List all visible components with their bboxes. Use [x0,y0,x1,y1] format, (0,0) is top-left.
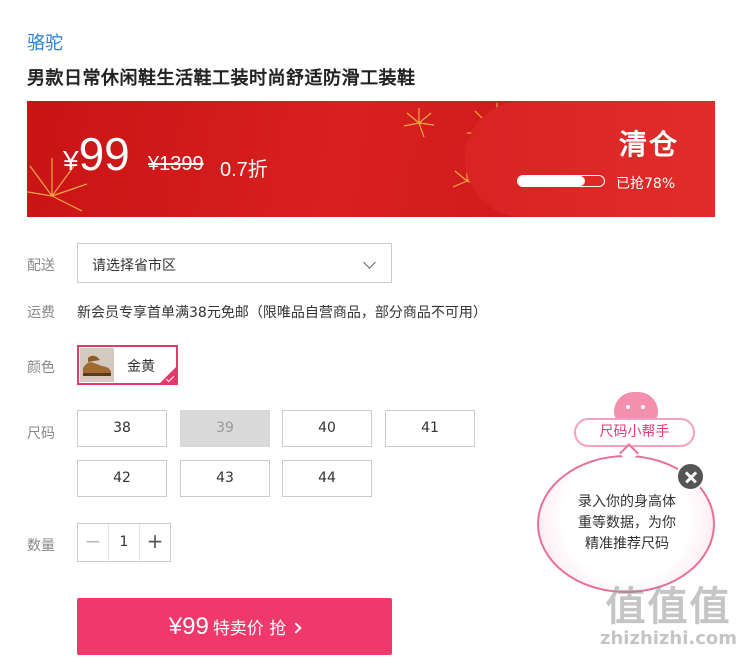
quantity-label: 数量 [27,538,55,554]
close-icon[interactable] [676,462,705,491]
chevron-down-icon [363,256,376,269]
fee-text: 新会员专享首单满38元免邮（限唯品自营商品，部分商品不可用） [77,305,487,321]
fee-label: 运费 [27,305,55,321]
color-name: 金黄 [127,359,155,375]
original-price: ¥1399 [148,153,204,175]
discount-label: 0.7折 [220,159,268,181]
region-select[interactable]: 请选择省市区 [77,243,392,283]
size-option-39: 39 [180,410,270,447]
buy-button[interactable]: ¥99 特卖价 抢 [77,598,392,655]
size-helper-text: 录入你的身高体 重等数据，为你 精准推荐尺码 [578,494,676,552]
product-title: 男款日常休闲鞋生活鞋工装时尚舒适防滑工装鞋 [27,68,416,89]
size-label: 尺码 [27,426,55,442]
quantity-increase-button[interactable]: + [139,524,170,561]
quantity-decrease-button[interactable]: − [78,524,109,561]
sold-progress-fill [518,176,586,186]
region-select-value: 请选择省市区 [92,258,176,274]
watermark: 值值值 zhizhizhi.com [600,584,738,649]
size-option-38[interactable]: 38 [77,410,167,447]
price-banner: ¥99 ¥1399 0.7折 清仓 已抢78% [27,101,715,217]
buy-button-text: 特卖价 抢 [212,619,287,639]
size-helper-button[interactable]: 尺码小帮手 [574,418,695,447]
size-option-41[interactable]: 41 [385,410,475,447]
chevron-right-icon [290,622,302,634]
size-option-40[interactable]: 40 [282,410,372,447]
quantity-value[interactable]: 1 [109,524,139,561]
color-label: 颜色 [27,360,55,376]
sold-progress-bar [517,175,605,187]
size-option-42[interactable]: 42 [77,460,167,497]
sale-price: ¥99 [63,128,130,180]
color-option-gold[interactable]: 金黄 [77,345,178,385]
shipping-label: 配送 [27,258,55,274]
sold-percent-text: 已抢78% [616,176,676,192]
clearance-tag: 清仓 [619,128,680,161]
shoe-thumbnail [80,348,114,382]
buy-button-price: ¥99 [168,613,209,640]
quantity-stepper: − 1 + [77,523,171,562]
brand-link[interactable]: 骆驼 [27,29,63,55]
size-option-44[interactable]: 44 [282,460,372,497]
size-option-43[interactable]: 43 [180,460,270,497]
